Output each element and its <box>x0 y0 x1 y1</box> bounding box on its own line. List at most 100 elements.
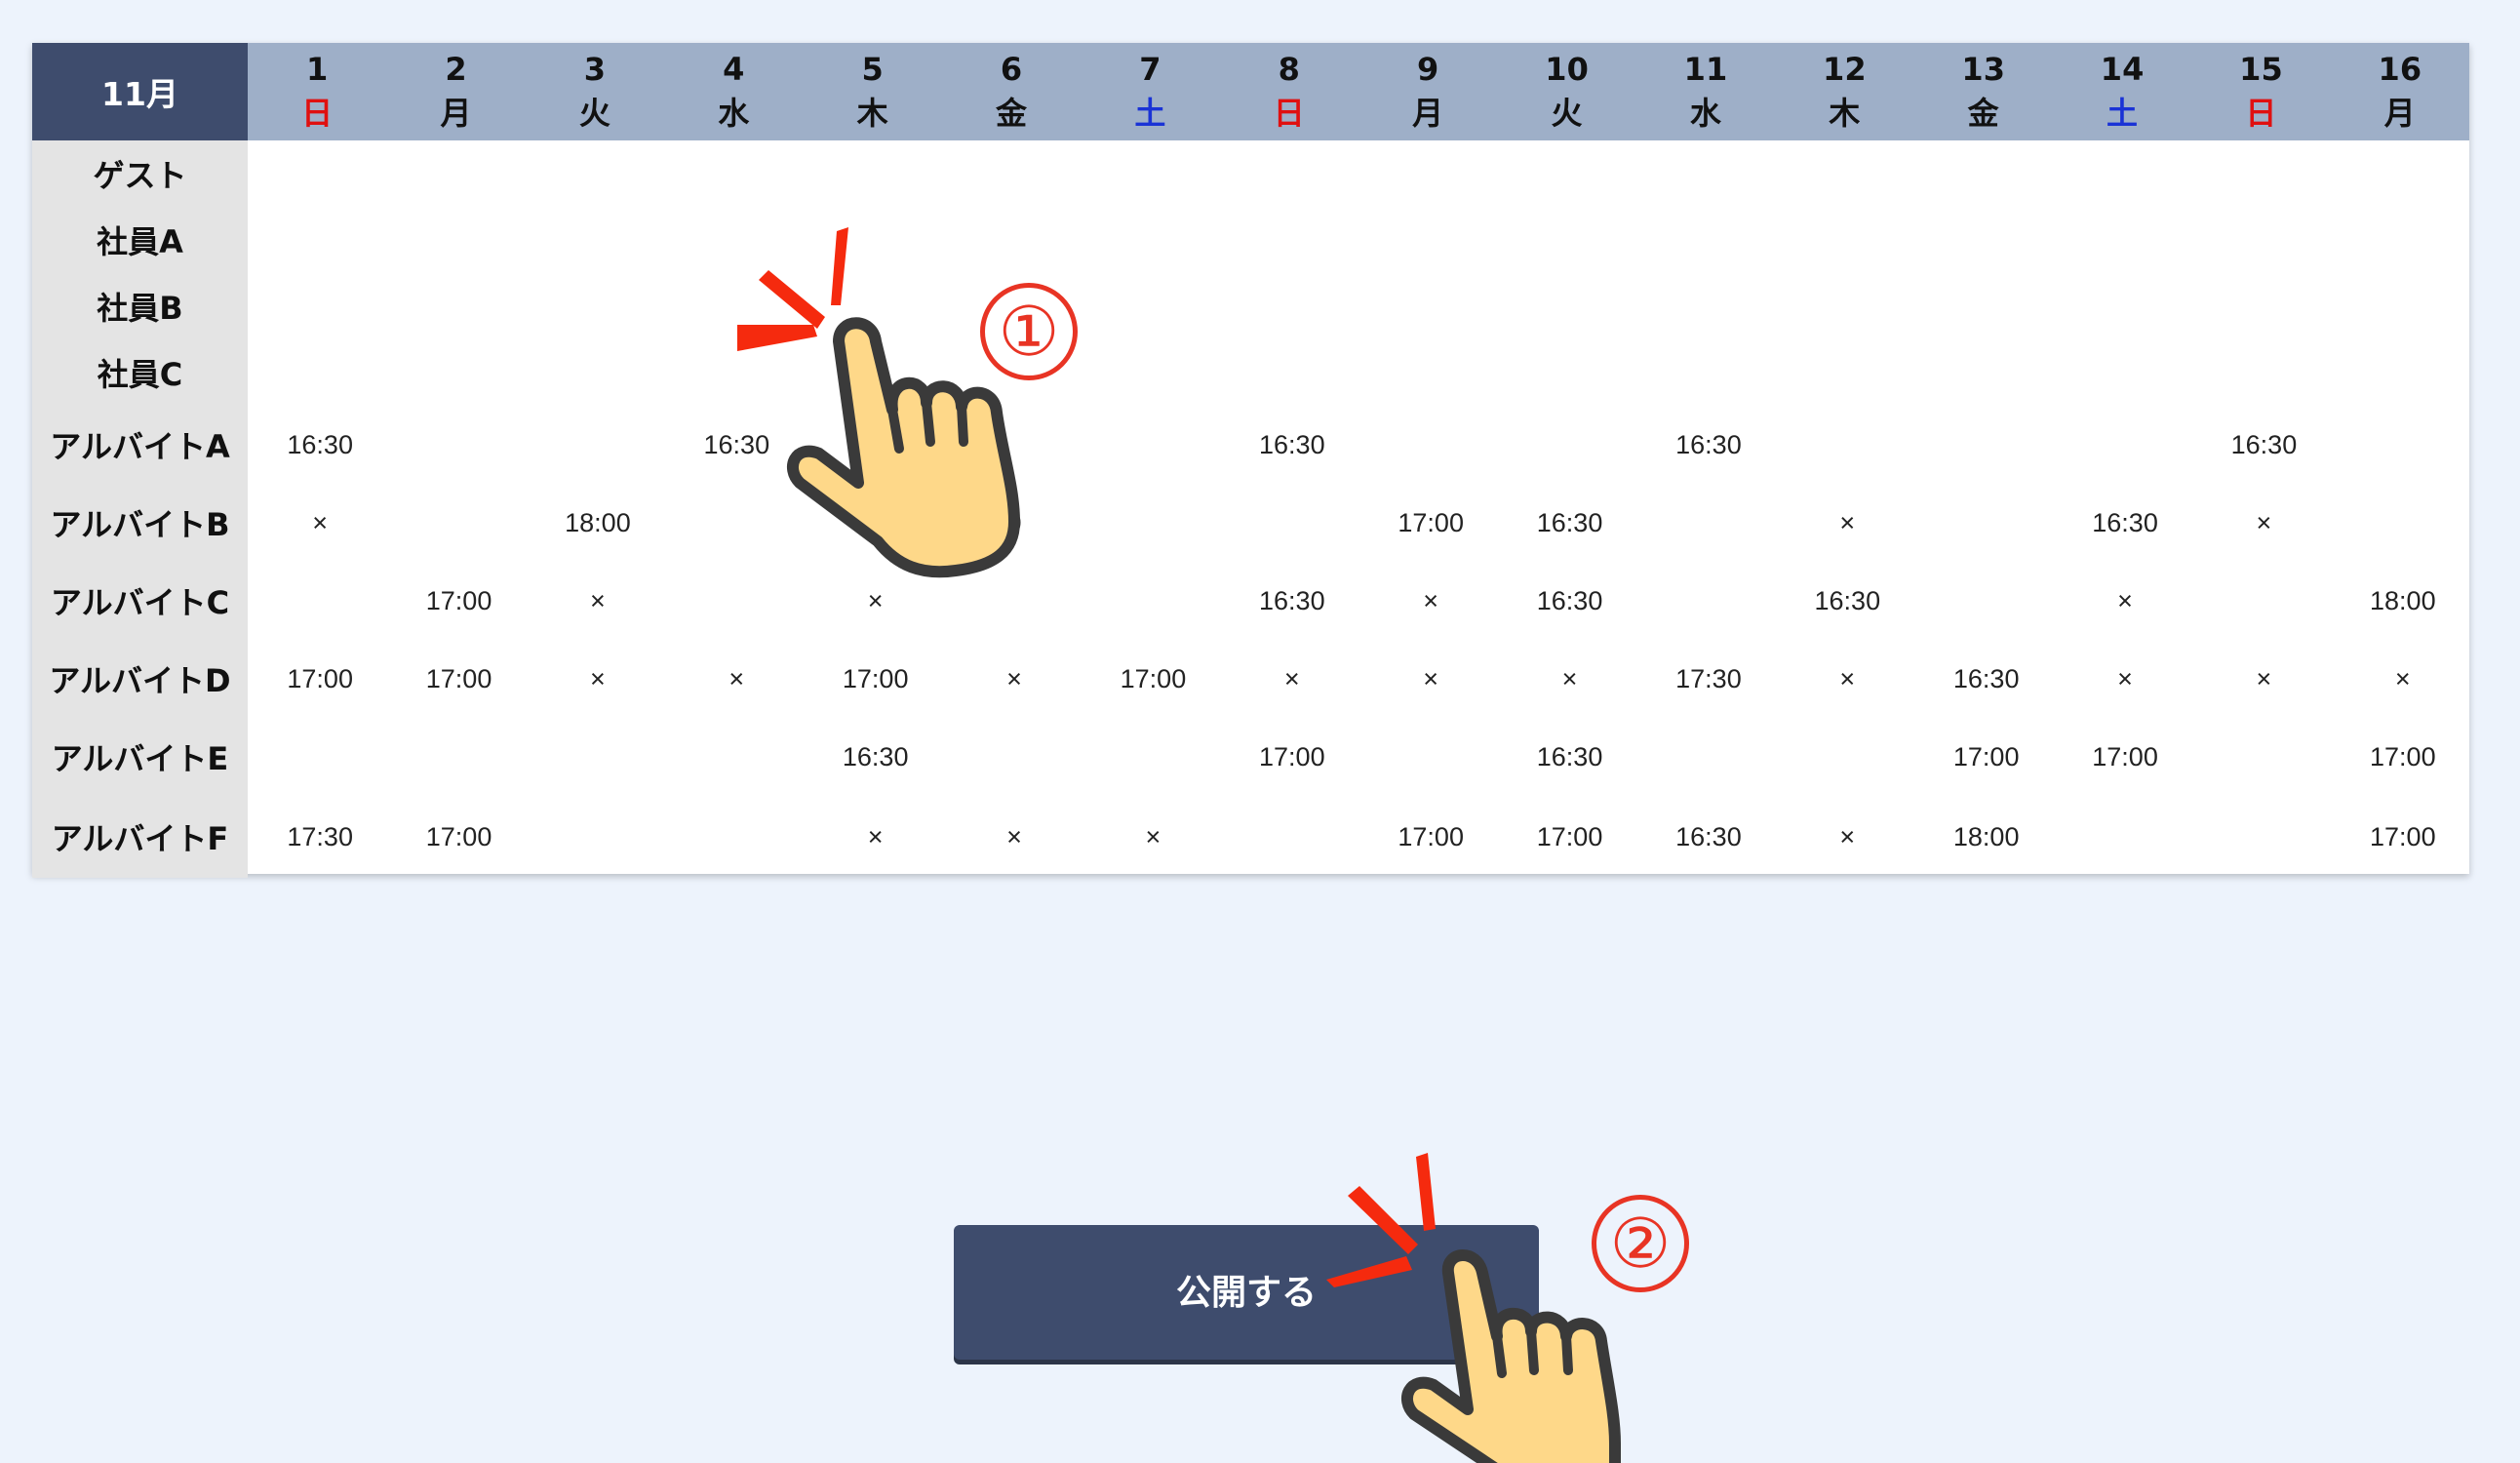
shift-cell[interactable] <box>1358 718 1497 796</box>
shift-cell[interactable]: 17:00 <box>386 640 525 718</box>
shift-cell[interactable] <box>2331 484 2469 562</box>
shift-cell[interactable]: × <box>942 796 1081 878</box>
shift-cell[interactable]: 17:00 <box>804 640 942 718</box>
shift-cell[interactable] <box>248 273 386 339</box>
shift-cell[interactable] <box>2191 796 2330 878</box>
shift-cell[interactable]: 16:30 <box>1775 562 1913 640</box>
shift-cell[interactable] <box>2331 339 2469 406</box>
shift-cell[interactable] <box>1914 562 2053 640</box>
shift-cell[interactable] <box>1358 207 1497 273</box>
shift-cell[interactable]: 16:30 <box>1636 406 1775 484</box>
shift-cell[interactable] <box>248 140 386 207</box>
shift-cell[interactable] <box>1220 484 1358 562</box>
shift-cell[interactable] <box>1775 273 1913 339</box>
shift-cell[interactable] <box>526 406 664 484</box>
shift-cell[interactable] <box>1081 562 1219 640</box>
shift-cell[interactable]: 17:00 <box>1358 796 1497 878</box>
shift-cell[interactable] <box>2191 339 2330 406</box>
shift-cell[interactable] <box>2053 273 2191 339</box>
shift-cell[interactable] <box>1358 140 1497 207</box>
shift-cell[interactable] <box>1497 140 1635 207</box>
shift-cell[interactable] <box>942 718 1081 796</box>
shift-cell[interactable] <box>1358 339 1497 406</box>
shift-cell[interactable]: × <box>804 796 942 878</box>
shift-cell[interactable] <box>804 140 942 207</box>
shift-cell[interactable]: × <box>1358 640 1497 718</box>
shift-cell[interactable]: 17:00 <box>386 562 525 640</box>
shift-cell[interactable]: 17:00 <box>1497 796 1635 878</box>
shift-cell[interactable] <box>2331 406 2469 484</box>
shift-cell[interactable]: 17:00 <box>1220 718 1358 796</box>
shift-cell[interactable] <box>386 484 525 562</box>
shift-cell[interactable]: × <box>248 484 386 562</box>
shift-cell[interactable] <box>1775 718 1913 796</box>
shift-cell[interactable] <box>2191 273 2330 339</box>
shift-cell[interactable] <box>526 140 664 207</box>
shift-cell[interactable] <box>1914 339 2053 406</box>
shift-cell[interactable]: × <box>2191 484 2330 562</box>
shift-cell[interactable]: × <box>2191 640 2330 718</box>
shift-cell[interactable] <box>1497 207 1635 273</box>
shift-cell[interactable]: 17:30 <box>1636 640 1775 718</box>
shift-cell[interactable]: × <box>1775 640 1913 718</box>
shift-cell[interactable]: 17:00 <box>1914 718 2053 796</box>
shift-cell[interactable]: 17:00 <box>386 796 525 878</box>
shift-cell[interactable] <box>1081 484 1219 562</box>
shift-cell[interactable] <box>2331 140 2469 207</box>
shift-cell[interactable] <box>1081 339 1219 406</box>
shift-cell[interactable] <box>664 718 803 796</box>
shift-cell[interactable] <box>1636 718 1775 796</box>
shift-cell[interactable]: 16:30 <box>2191 406 2330 484</box>
shift-cell[interactable] <box>1914 484 2053 562</box>
shift-cell[interactable]: 16:30 <box>248 406 386 484</box>
shift-cell[interactable] <box>526 273 664 339</box>
shift-cell[interactable] <box>1497 273 1635 339</box>
shift-cell[interactable] <box>2191 140 2330 207</box>
shift-cell[interactable] <box>2191 562 2330 640</box>
shift-cell[interactable] <box>2191 718 2330 796</box>
shift-cell[interactable] <box>1775 140 1913 207</box>
shift-cell[interactable]: 16:30 <box>1220 406 1358 484</box>
shift-cell[interactable]: × <box>1358 562 1497 640</box>
shift-cell[interactable] <box>1220 273 1358 339</box>
shift-cell[interactable] <box>2331 207 2469 273</box>
shift-cell[interactable] <box>248 339 386 406</box>
shift-cell[interactable] <box>1636 140 1775 207</box>
shift-cell[interactable] <box>386 273 525 339</box>
shift-cell[interactable] <box>1081 207 1219 273</box>
shift-cell[interactable]: × <box>2053 562 2191 640</box>
shift-cell[interactable]: 16:30 <box>2053 484 2191 562</box>
shift-cell[interactable] <box>1775 207 1913 273</box>
shift-cell[interactable] <box>1636 484 1775 562</box>
shift-cell[interactable] <box>2191 207 2330 273</box>
shift-cell[interactable] <box>386 406 525 484</box>
shift-cell[interactable]: × <box>2053 640 2191 718</box>
shift-cell[interactable] <box>2331 273 2469 339</box>
shift-cell[interactable] <box>1775 339 1913 406</box>
shift-cell[interactable] <box>1914 207 2053 273</box>
shift-cell[interactable]: 17:00 <box>2331 718 2469 796</box>
shift-cell[interactable] <box>1775 406 1913 484</box>
shift-cell[interactable]: 16:30 <box>1220 562 1358 640</box>
shift-cell[interactable] <box>1914 140 2053 207</box>
shift-cell[interactable]: 17:30 <box>248 796 386 878</box>
shift-cell[interactable] <box>248 207 386 273</box>
shift-cell[interactable] <box>248 718 386 796</box>
shift-cell[interactable] <box>386 207 525 273</box>
shift-cell[interactable]: 18:00 <box>2331 562 2469 640</box>
shift-cell[interactable]: × <box>1497 640 1635 718</box>
shift-cell[interactable] <box>2053 207 2191 273</box>
shift-cell[interactable] <box>1497 406 1635 484</box>
shift-cell[interactable] <box>526 796 664 878</box>
shift-cell[interactable]: × <box>526 640 664 718</box>
shift-cell[interactable]: 18:00 <box>1914 796 2053 878</box>
shift-cell[interactable] <box>1636 273 1775 339</box>
shift-cell[interactable] <box>1497 339 1635 406</box>
shift-cell[interactable]: × <box>1220 640 1358 718</box>
shift-cell[interactable]: × <box>1775 484 1913 562</box>
shift-cell[interactable] <box>1220 140 1358 207</box>
shift-cell[interactable] <box>1081 718 1219 796</box>
shift-cell[interactable]: 17:00 <box>1358 484 1497 562</box>
shift-cell[interactable]: 16:30 <box>1636 796 1775 878</box>
shift-cell[interactable]: 16:30 <box>1497 718 1635 796</box>
